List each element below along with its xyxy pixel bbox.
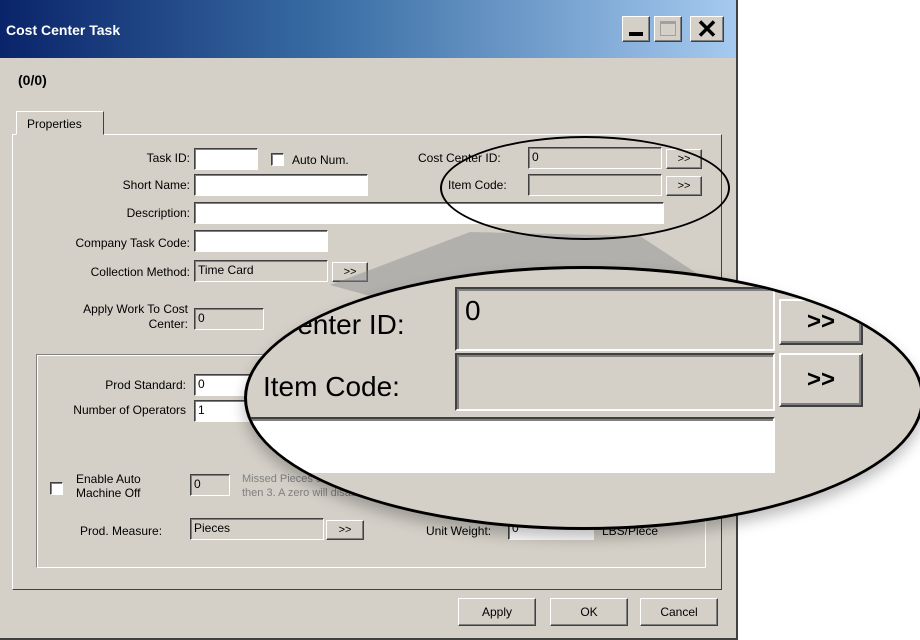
tab-properties[interactable]: Properties	[16, 111, 104, 135]
prod-standard-label: Prod Standard:	[105, 378, 186, 392]
task-id-input[interactable]	[194, 148, 258, 170]
tab-label: Properties	[27, 117, 82, 131]
apply-work-label-line1: Apply Work To Cost	[83, 302, 188, 316]
zoom-lens: Center ID: 0 >> Item Code: >>	[244, 266, 920, 530]
close-icon: ✕	[696, 14, 718, 44]
zoom-highlight-ring	[440, 136, 730, 240]
apply-work-field[interactable]: 0	[194, 308, 264, 330]
apply-button[interactable]: Apply	[458, 598, 536, 626]
description-label: Description:	[126, 206, 190, 220]
close-button[interactable]: ✕	[690, 14, 724, 44]
record-counter: (0/0)	[18, 72, 47, 88]
auto-machine-off-field[interactable]: 0	[190, 474, 230, 496]
zoom-item-code-browse: >>	[779, 353, 863, 407]
unit-weight-label: Unit Weight:	[426, 524, 492, 538]
task-id-label: Task ID:	[146, 151, 190, 165]
prod-measure-label: Prod. Measure:	[80, 524, 163, 538]
enable-auto-label-line2: Machine Off	[76, 486, 141, 500]
collection-method-browse-button[interactable]: >>	[332, 262, 368, 282]
enable-auto-label-line1: Enable Auto	[76, 472, 141, 486]
zoom-description-field	[247, 417, 775, 473]
apply-work-label-line2: Center:	[148, 317, 188, 331]
prod-measure-browse-button[interactable]: >>	[326, 520, 364, 540]
minimize-icon	[629, 32, 643, 36]
zoom-cost-center-label: Center ID:	[277, 309, 405, 340]
minimize-button[interactable]	[622, 16, 650, 42]
collection-method-label: Collection Method:	[90, 265, 190, 279]
zoom-item-code-field	[455, 353, 775, 411]
cancel-button[interactable]: Cancel	[640, 598, 718, 626]
short-name-input[interactable]	[194, 174, 368, 196]
zoom-item-code-label: Item Code:	[263, 371, 400, 402]
ok-button[interactable]: OK	[550, 598, 628, 626]
auto-num-label: Auto Num.	[292, 153, 349, 167]
maximize-button[interactable]	[654, 16, 682, 42]
collection-method-field[interactable]: Time Card	[194, 260, 328, 282]
company-task-code-label: Company Task Code:	[75, 236, 190, 250]
title-bar[interactable]: Cost Center Task ✕	[0, 0, 736, 58]
prod-measure-field[interactable]: Pieces	[190, 518, 324, 540]
number-of-operators-label: Number of Operators	[73, 403, 186, 417]
window-title: Cost Center Task	[6, 22, 121, 38]
auto-num-checkbox[interactable]	[271, 153, 284, 166]
short-name-label: Short Name:	[122, 178, 190, 192]
zoom-cost-center-browse: >>	[779, 299, 863, 345]
company-task-code-input[interactable]	[194, 230, 328, 252]
enable-auto-machine-off-checkbox[interactable]	[50, 482, 63, 495]
maximize-icon	[660, 21, 676, 36]
zoom-cost-center-field: 0	[455, 287, 775, 351]
